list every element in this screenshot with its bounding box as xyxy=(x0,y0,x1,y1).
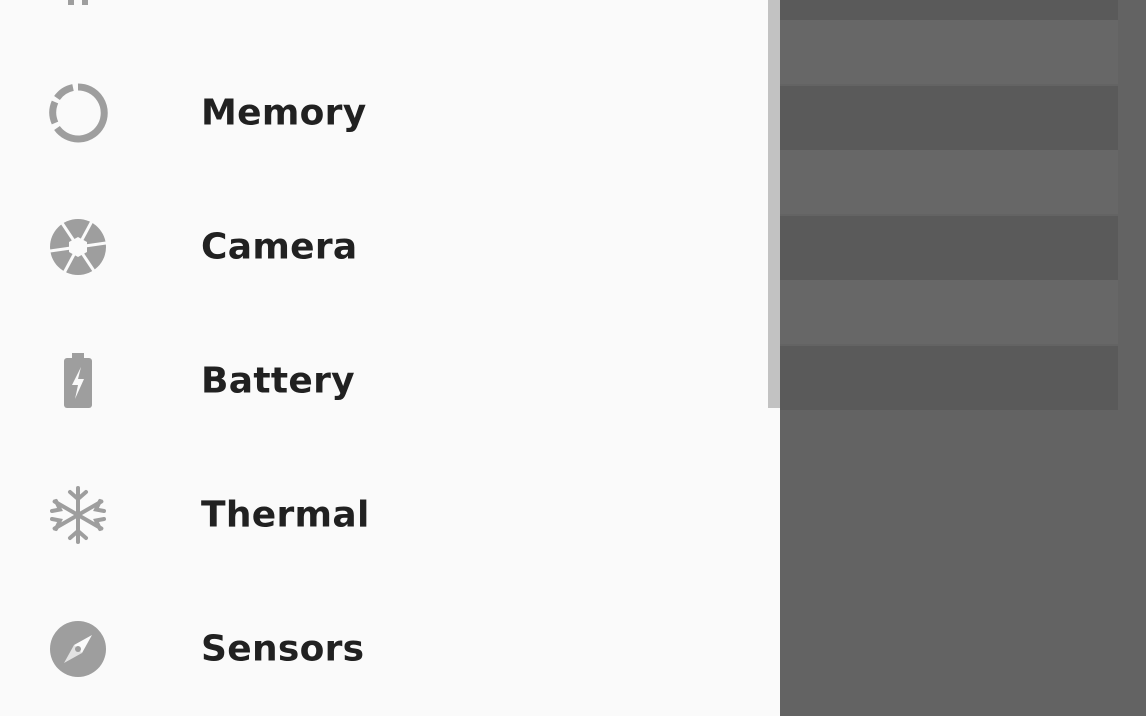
memory-ring-icon xyxy=(48,83,108,143)
compass-icon xyxy=(48,619,108,679)
background-row xyxy=(780,346,1118,410)
background-row xyxy=(780,216,1118,280)
drawer-item-label: Memory xyxy=(201,92,367,134)
snowflake-icon xyxy=(48,485,108,545)
battery-charging-icon xyxy=(48,351,108,411)
drawer-item-battery[interactable]: Battery xyxy=(0,314,768,448)
storage-icon xyxy=(48,0,108,9)
background-row xyxy=(780,20,1118,84)
drawer-item-label: Thermal xyxy=(201,494,370,536)
drawer-item-label: Battery xyxy=(201,360,355,402)
drawer-item-sensors[interactable]: Sensors xyxy=(0,582,768,716)
drawer-item-label: Sensors xyxy=(201,628,365,670)
drawer-scrollbar[interactable] xyxy=(768,0,780,408)
navigation-drawer: Memory Camera Battery Thermal Sensors xyxy=(0,0,780,716)
drawer-item-memory[interactable]: Memory xyxy=(0,46,768,180)
drawer-item-camera[interactable]: Camera xyxy=(0,180,768,314)
background-row xyxy=(780,280,1118,344)
drawer-item-label: Camera xyxy=(201,226,358,268)
drawer-item-thermal[interactable]: Thermal xyxy=(0,448,768,582)
app-screen: Memory Camera Battery Thermal Sensors xyxy=(0,0,1146,716)
drawer-item-top-partial[interactable] xyxy=(0,0,768,46)
camera-aperture-icon xyxy=(48,217,108,277)
background-row xyxy=(780,0,1118,20)
background-row xyxy=(780,86,1118,150)
background-row xyxy=(780,150,1118,214)
scrim-overlay[interactable] xyxy=(780,0,1146,716)
